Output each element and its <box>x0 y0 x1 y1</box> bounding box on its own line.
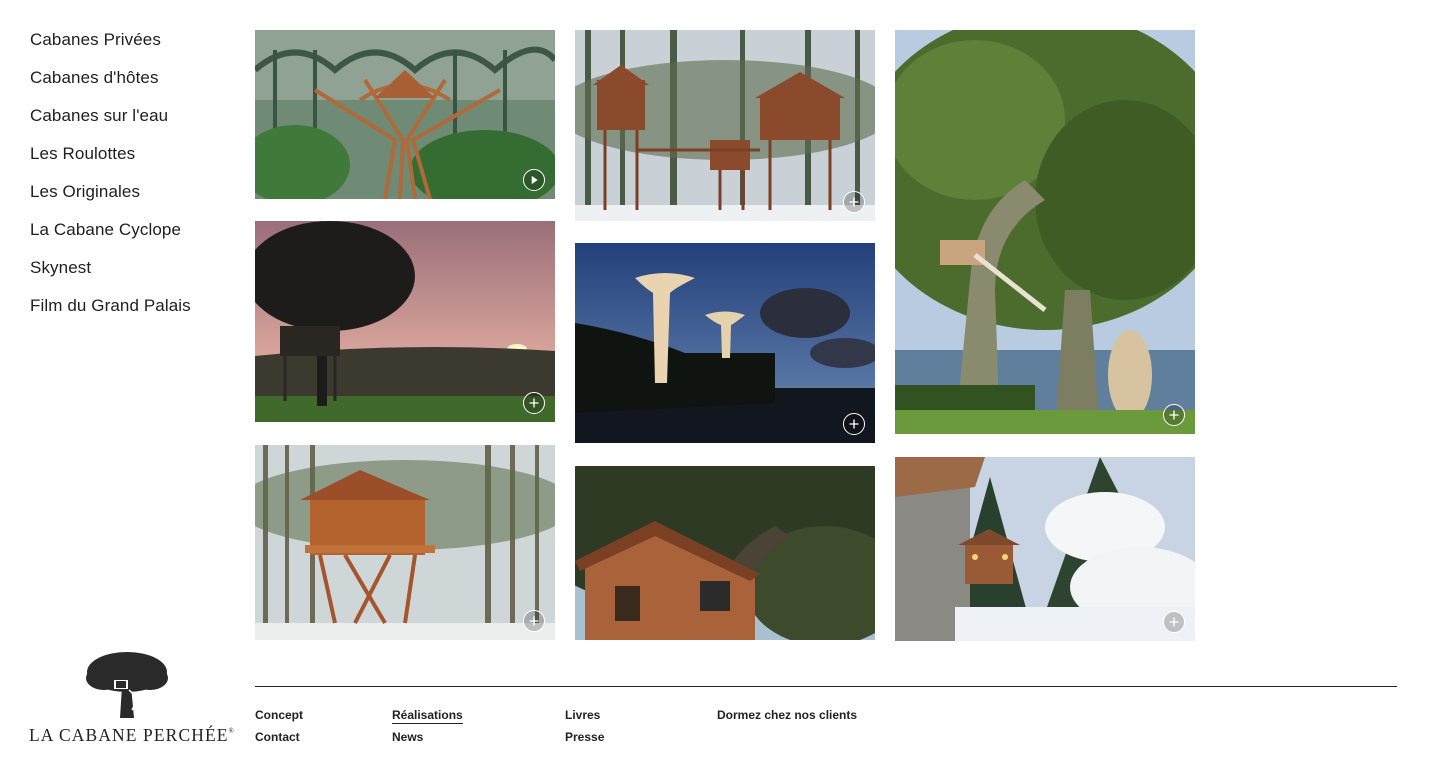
photo-image <box>575 466 875 640</box>
menu-item-cabanes-privees[interactable]: Cabanes Privées <box>30 30 191 50</box>
plus-icon[interactable] <box>523 610 545 632</box>
plus-icon[interactable] <box>843 191 865 213</box>
footer-link-livres[interactable]: Livres <box>565 708 600 722</box>
footer-link-news[interactable]: News <box>392 730 423 744</box>
gallery-photo-oak-canopy-cabin[interactable] <box>575 466 875 640</box>
gallery-photo-grand-palais[interactable] <box>255 30 555 199</box>
plus-icon[interactable] <box>523 392 545 414</box>
menu-item-cabane-cyclope[interactable]: La Cabane Cyclope <box>30 220 191 240</box>
category-menu: Cabanes Privées Cabanes d'hôtes Cabanes … <box>30 30 191 334</box>
photo-image <box>255 445 555 640</box>
menu-item-cabanes-hotes[interactable]: Cabanes d'hôtes <box>30 68 191 88</box>
gallery-photo-snowy-chalet[interactable] <box>895 457 1195 641</box>
footer-link-realisations[interactable]: Réalisations <box>392 708 463 724</box>
gallery-photo-oak-lakeside[interactable] <box>895 30 1195 434</box>
plus-icon[interactable] <box>1163 611 1185 633</box>
gallery-photo-sunset-treehouse[interactable] <box>255 221 555 422</box>
play-icon[interactable] <box>523 169 545 191</box>
photo-image <box>575 30 875 221</box>
menu-item-originales[interactable]: Les Originales <box>30 182 191 202</box>
footer-divider <box>255 686 1397 687</box>
footer-link-concept[interactable]: Concept <box>255 708 303 722</box>
gallery-photo-forest-treehouses[interactable] <box>575 30 875 221</box>
footer-link-dormez-chez-nos-clients[interactable]: Dormez chez nos clients <box>717 708 857 722</box>
menu-item-skynest[interactable]: Skynest <box>30 258 191 278</box>
menu-item-film-grand-palais[interactable]: Film du Grand Palais <box>30 296 191 316</box>
tree-logo-icon <box>86 652 168 718</box>
menu-item-roulottes[interactable]: Les Roulottes <box>30 144 191 164</box>
gallery-photo-pine-forest[interactable] <box>255 445 555 640</box>
plus-icon[interactable] <box>1163 404 1185 426</box>
photo-image <box>895 30 1195 434</box>
photo-image <box>255 221 555 422</box>
photo-image <box>575 243 875 443</box>
footer-link-presse[interactable]: Presse <box>565 730 604 744</box>
footer-link-contact[interactable]: Contact <box>255 730 300 744</box>
photo-image <box>895 457 1195 641</box>
photo-image <box>255 30 555 199</box>
gallery-photo-skynest-dusk[interactable] <box>575 243 875 443</box>
plus-icon[interactable] <box>843 413 865 435</box>
brand-wordmark: LA CABANE PERCHÉE® <box>29 725 234 745</box>
brand-logo[interactable]: LA CABANE PERCHÉE® <box>29 650 234 750</box>
menu-item-cabanes-sur-eau[interactable]: Cabanes sur l'eau <box>30 106 191 126</box>
